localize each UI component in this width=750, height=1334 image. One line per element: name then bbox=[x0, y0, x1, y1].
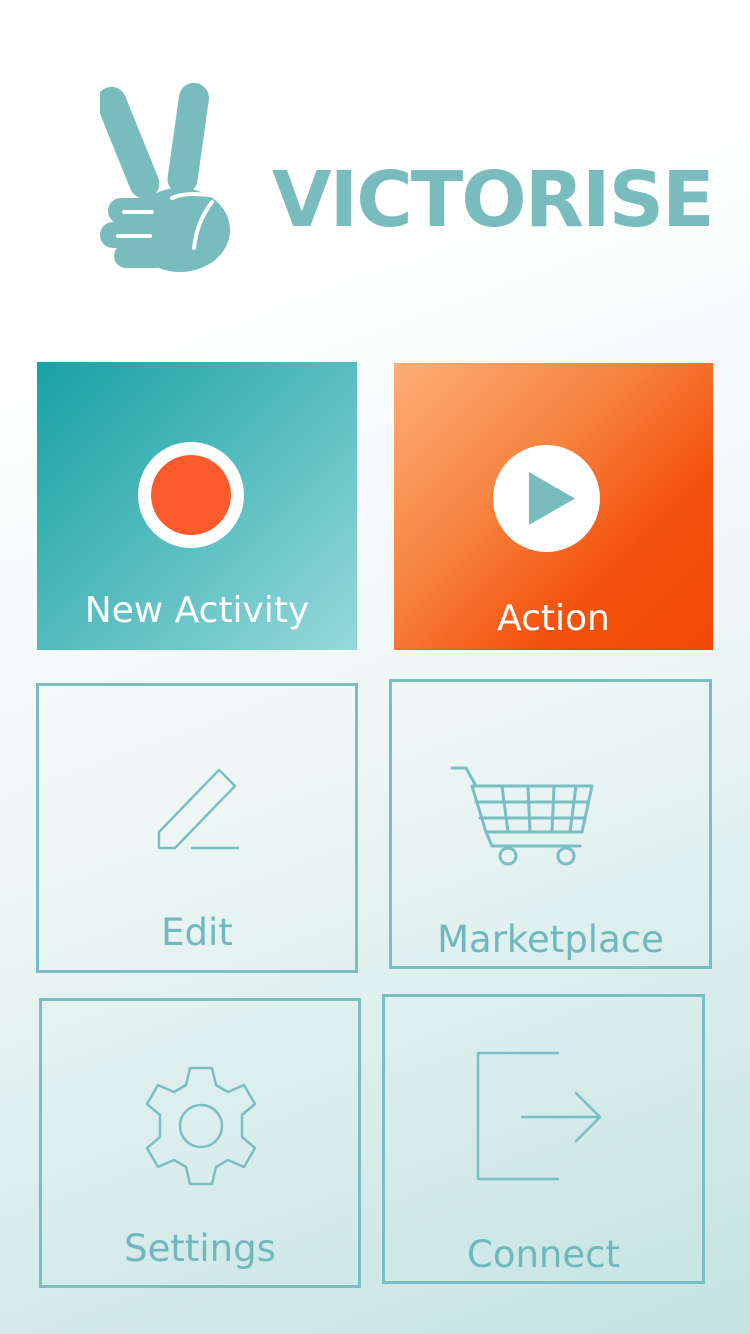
edit-label: Edit bbox=[161, 911, 233, 954]
edit-button[interactable]: Edit bbox=[36, 683, 358, 973]
shopping-cart-icon bbox=[450, 766, 594, 866]
play-icon bbox=[493, 445, 600, 552]
record-icon bbox=[138, 442, 244, 548]
victory-hand-icon bbox=[100, 82, 230, 272]
new-activity-label: New Activity bbox=[84, 590, 310, 631]
settings-label: Settings bbox=[124, 1227, 276, 1270]
gear-icon bbox=[145, 1066, 257, 1186]
action-label: Action bbox=[497, 598, 610, 639]
settings-button[interactable]: Settings bbox=[39, 998, 361, 1288]
connect-button[interactable]: Connect bbox=[382, 994, 705, 1284]
brand-name: VICTORISE bbox=[272, 156, 715, 245]
marketplace-button[interactable]: Marketplace bbox=[389, 679, 712, 969]
pencil-icon bbox=[157, 768, 239, 850]
sign-in-icon bbox=[476, 1051, 602, 1181]
new-activity-button[interactable]: New Activity bbox=[37, 362, 357, 650]
action-button[interactable]: Action bbox=[394, 363, 713, 650]
app-logo: VICTORISE bbox=[100, 80, 720, 280]
marketplace-label: Marketplace bbox=[437, 918, 664, 961]
connect-label: Connect bbox=[467, 1233, 620, 1276]
